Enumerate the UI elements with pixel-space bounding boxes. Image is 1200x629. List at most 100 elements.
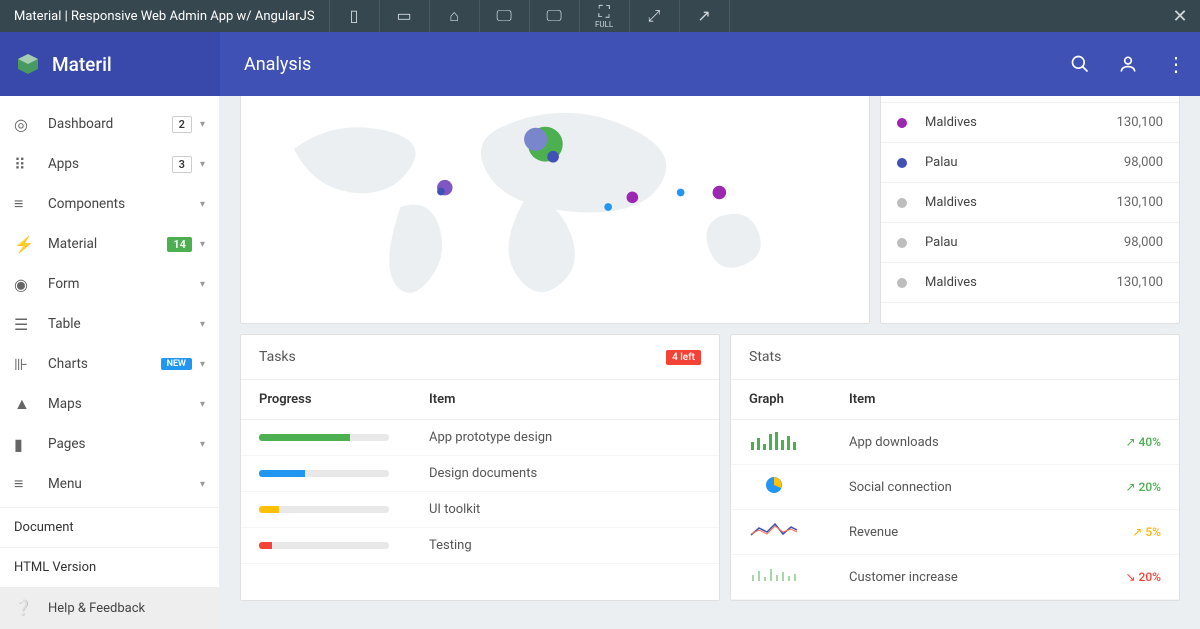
more-icon[interactable]: ⋮	[1152, 40, 1200, 88]
stat-row[interactable]: Revenue↗ 5%	[731, 510, 1179, 555]
sidebar-item-maps[interactable]: ▲Maps▾	[0, 384, 219, 424]
country-value: 130,100	[1117, 195, 1163, 210]
country-value: 98,000	[1124, 155, 1163, 170]
sidebar-item-components[interactable]: ≡Components▾	[0, 184, 219, 224]
sparkline-icon	[749, 475, 849, 499]
device-tablet[interactable]: ▭	[380, 0, 430, 32]
task-row[interactable]: UI toolkit	[241, 492, 719, 528]
stats-title: Stats	[749, 349, 781, 365]
device-preview-bar: Material | Responsive Web Admin App w/ A…	[0, 0, 1200, 32]
page-title: Analysis	[244, 54, 311, 75]
sidebar-item-charts[interactable]: ⊪ChartsNEW▾	[0, 344, 219, 384]
tasks-title: Tasks	[259, 349, 296, 365]
country-row[interactable]: Palau98,000	[881, 223, 1179, 263]
nav-icon: ◎	[14, 115, 48, 134]
task-row[interactable]: Design documents	[241, 456, 719, 492]
country-row[interactable]: Maldives130,100	[881, 183, 1179, 223]
country-row[interactable]: Maldives130,100	[881, 103, 1179, 143]
brand-area[interactable]: Materil	[0, 32, 220, 96]
tasks-panel: Tasks 4 left Progress Item App prototype…	[240, 334, 720, 601]
sidebar-link-document[interactable]: Document	[0, 507, 219, 547]
nav-label: Components	[48, 196, 200, 212]
stat-item: Social connection	[849, 480, 1125, 495]
nav-icon: ▲	[14, 394, 48, 414]
sidebar-item-form[interactable]: ◉Form▾	[0, 264, 219, 304]
country-value: 130,100	[1117, 115, 1163, 130]
nav-label: Material	[48, 236, 167, 252]
world-map	[241, 96, 869, 323]
country-dot-icon	[897, 118, 907, 128]
device-desktop[interactable]: 🖵	[480, 0, 530, 32]
close-preview-icon[interactable]: ✕	[1160, 0, 1200, 32]
sidebar-item-pages[interactable]: ▮Pages▾	[0, 424, 219, 464]
task-row[interactable]: App prototype design	[241, 420, 719, 456]
country-row[interactable]: Palau98,000	[881, 143, 1179, 183]
chevron-down-icon: ▾	[200, 159, 205, 170]
nav-badge: 3	[172, 156, 192, 173]
open-external-icon[interactable]: ↗	[680, 0, 730, 32]
nav-label: Form	[48, 276, 200, 292]
country-dot-icon	[897, 278, 907, 288]
chevron-down-icon: ▾	[200, 439, 205, 450]
country-name: Maldives	[925, 275, 1117, 290]
stat-pct: ↗ 40%	[1125, 435, 1161, 449]
country-value: 130,100	[1117, 275, 1163, 290]
brand-name: Materil	[52, 53, 112, 76]
sidebar-item-dashboard[interactable]: ◎Dashboard2▾	[0, 104, 219, 144]
sidebar-item-menu[interactable]: ≡Menu▾	[0, 464, 219, 504]
country-value: 98,000	[1124, 235, 1163, 250]
task-row[interactable]: Testing	[241, 528, 719, 564]
country-dot-icon	[897, 238, 907, 248]
countries-list: Marshall Islands130,200Maldives130,100Pa…	[880, 96, 1180, 324]
preview-title: Material | Responsive Web Admin App w/ A…	[0, 0, 330, 32]
stat-row[interactable]: Customer increase↘ 20%	[731, 555, 1179, 600]
sidebar-link-html-version[interactable]: HTML Version	[0, 547, 219, 587]
sidebar-item-apps[interactable]: ⠿Apps3▾	[0, 144, 219, 184]
search-icon[interactable]	[1056, 40, 1104, 88]
sidebar-help[interactable]: ❔ Help & Feedback	[0, 587, 219, 629]
nav-icon: ⊪	[14, 355, 48, 374]
progress-bar	[259, 434, 389, 441]
help-icon: ❔	[14, 599, 48, 617]
tasks-col-item: Item	[429, 392, 455, 407]
nav-icon: ≡	[14, 194, 48, 214]
stats-col-graph: Graph	[749, 392, 849, 407]
chevron-down-icon: ▾	[200, 479, 205, 490]
sidebar-item-material[interactable]: ⚡Material14▾	[0, 224, 219, 264]
country-row[interactable]: Maldives130,100	[881, 263, 1179, 303]
nav-icon: ☰	[14, 315, 48, 334]
nav-icon: ⚡	[14, 235, 48, 254]
device-fit[interactable]: ⤢	[630, 0, 680, 32]
sidebar: ◎Dashboard2▾⠿Apps3▾≡Components▾⚡Material…	[0, 96, 220, 629]
sidebar-item-table[interactable]: ☰Table▾	[0, 304, 219, 344]
nav-label: Table	[48, 316, 200, 332]
stat-row[interactable]: App downloads↗ 40%	[731, 420, 1179, 465]
stats-col-item: Item	[849, 392, 875, 407]
nav-badge: NEW	[161, 358, 192, 370]
chevron-down-icon: ▾	[200, 399, 205, 410]
nav-label: Menu	[48, 476, 200, 492]
nav-label: Dashboard	[48, 116, 172, 132]
device-wide[interactable]: 🖵	[530, 0, 580, 32]
country-name: Maldives	[925, 115, 1117, 130]
user-icon[interactable]	[1104, 40, 1152, 88]
stat-pct: ↗ 5%	[1132, 525, 1161, 539]
country-name: Palau	[925, 235, 1124, 250]
progress-bar	[259, 506, 389, 513]
stat-pct: ↘ 20%	[1125, 570, 1161, 584]
nav-badge: 14	[167, 237, 192, 252]
device-phone[interactable]: ▯	[330, 0, 380, 32]
stat-row[interactable]: Social connection↗ 20%	[731, 465, 1179, 510]
tasks-col-progress: Progress	[259, 392, 429, 407]
nav-label: Pages	[48, 436, 200, 452]
task-item: App prototype design	[429, 430, 552, 445]
chevron-down-icon: ▾	[200, 279, 205, 290]
app-header: Materil Analysis ⋮	[0, 32, 1200, 96]
nav-label: Apps	[48, 156, 172, 172]
chevron-down-icon: ▾	[200, 119, 205, 130]
device-full[interactable]: ⛶FULL	[580, 0, 630, 32]
device-laptop[interactable]: ⌂	[430, 0, 480, 32]
nav-icon: ▮	[14, 435, 48, 454]
country-dot-icon	[897, 158, 907, 168]
country-row[interactable]: Marshall Islands130,200	[881, 96, 1179, 103]
